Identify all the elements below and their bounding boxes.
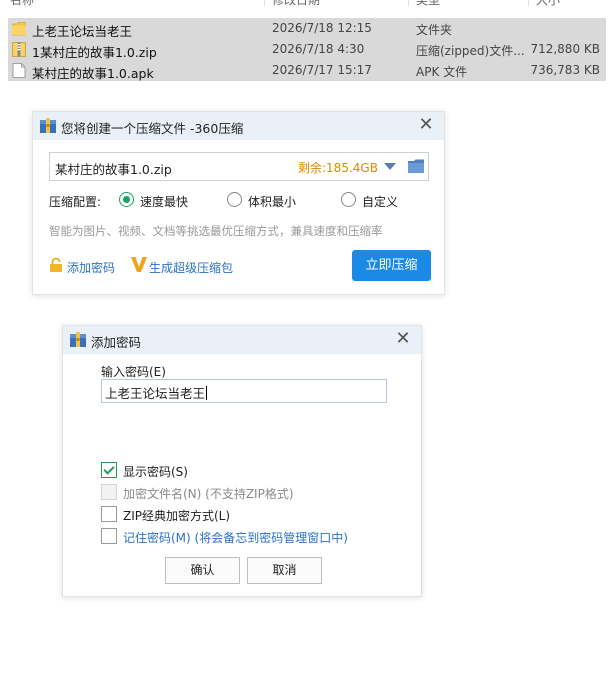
add-password-label: 添加密码 — [67, 261, 116, 275]
ok-button[interactable]: 确认 — [165, 557, 240, 584]
compress-hint: 智能为图片、视频、文档等挑选最优压缩方式，兼具速度和压缩率 — [49, 224, 383, 238]
archive-path-field[interactable]: 某村庄的故事1.0.zip 剩余:185.4GB — [49, 152, 429, 181]
password-label: 输入密码(E) — [101, 365, 166, 379]
checkbox-icon — [101, 528, 117, 544]
archive-app-icon — [40, 118, 56, 133]
password-dialog: 添加密码 ✕ 输入密码(E) 上老王论坛当老王 显示密码(S) 加密文件名(N)… — [62, 325, 422, 597]
option-label: 体积最小 — [248, 195, 297, 209]
zip-file-icon — [12, 42, 26, 57]
file-list: 名称 修改日期 类型 大小 上老王论坛当老王 2026/7/18 12:15 文… — [8, 0, 606, 82]
dialog-title: 您将创建一个压缩文件 -360压缩 — [61, 121, 244, 136]
file-row[interactable]: 上老王论坛当老王 2026/7/18 12:15 文件夹 — [8, 18, 606, 39]
checkbox-label: ZIP经典加密方式(L) — [123, 509, 231, 523]
option-label: 自定义 — [362, 195, 399, 209]
file-size: 736,783 KB — [530, 63, 600, 77]
close-icon[interactable]: ✕ — [395, 330, 411, 348]
file-row[interactable]: 1某村庄的故事1.0.zip 2026/7/18 4:30 压缩(zipped)… — [8, 39, 606, 60]
radio-icon — [227, 192, 242, 207]
browse-folder-icon[interactable] — [408, 159, 424, 173]
v-badge-icon — [131, 257, 147, 272]
folder-icon — [12, 22, 26, 36]
password-value: 上老王论坛当老王 — [105, 386, 208, 401]
column-header-name[interactable]: 名称 — [10, 0, 34, 8]
file-row[interactable]: 某村庄的故事1.0.apk 2026/7/17 15:17 APK 文件 736… — [8, 60, 606, 81]
file-size: 712,880 KB — [530, 42, 600, 56]
compress-dialog: 您将创建一个压缩文件 -360压缩 ✕ 某村庄的故事1.0.zip 剩余:185… — [32, 111, 445, 295]
option-label: 速度最快 — [140, 195, 189, 209]
compress-now-button[interactable]: 立即压缩 — [352, 250, 431, 281]
archive-app-icon — [70, 332, 86, 347]
checkbox-icon — [101, 484, 117, 500]
archive-path-value: 某村庄的故事1.0.zip — [55, 162, 172, 177]
checkbox-label: 记住密码(M) (将会备忘到密码管理窗口中) — [123, 531, 348, 545]
cancel-button[interactable]: 取消 — [247, 557, 322, 584]
checkbox-label: 显示密码(S) — [123, 465, 188, 479]
file-date: 2026/7/18 12:15 — [272, 21, 372, 35]
checkbox-icon — [101, 506, 117, 522]
checkbox-label: 加密文件名(N) (不支持ZIP格式) — [123, 487, 294, 501]
checkbox-checked-icon — [101, 462, 117, 478]
file-name: 上老王论坛当老王 — [32, 24, 133, 39]
file-type: 文件夹 — [416, 23, 453, 37]
radio-icon — [341, 192, 356, 207]
column-header-type[interactable]: 类型 — [416, 0, 440, 8]
column-header-size[interactable]: 大小 — [536, 0, 560, 8]
config-label: 压缩配置: — [49, 195, 102, 209]
file-name: 1某村庄的故事1.0.zip — [32, 45, 157, 60]
chevron-down-icon[interactable] — [384, 163, 396, 170]
file-name: 某村庄的故事1.0.apk — [32, 66, 154, 81]
free-space-label: 剩余:185.4GB — [298, 161, 378, 175]
file-date: 2026/7/18 4:30 — [272, 42, 365, 56]
column-headers: 名称 修改日期 类型 大小 — [8, 0, 606, 8]
file-date: 2026/7/17 15:17 — [272, 63, 372, 77]
file-type: APK 文件 — [416, 65, 468, 79]
radio-checked-icon — [119, 192, 134, 207]
dialog-titlebar: 您将创建一个压缩文件 -360压缩 ✕ — [33, 112, 444, 140]
close-icon[interactable]: ✕ — [418, 116, 434, 134]
column-header-date[interactable]: 修改日期 — [272, 0, 320, 8]
password-input[interactable]: 上老王论坛当老王 — [101, 379, 387, 403]
lock-icon — [50, 258, 62, 272]
dialog-titlebar: 添加密码 ✕ — [63, 326, 421, 354]
dialog-title: 添加密码 — [91, 335, 142, 350]
file-type: 压缩(zipped)文件... — [416, 44, 525, 58]
super-package-label: 生成超级压缩包 — [149, 261, 234, 275]
apk-file-icon — [12, 63, 26, 78]
